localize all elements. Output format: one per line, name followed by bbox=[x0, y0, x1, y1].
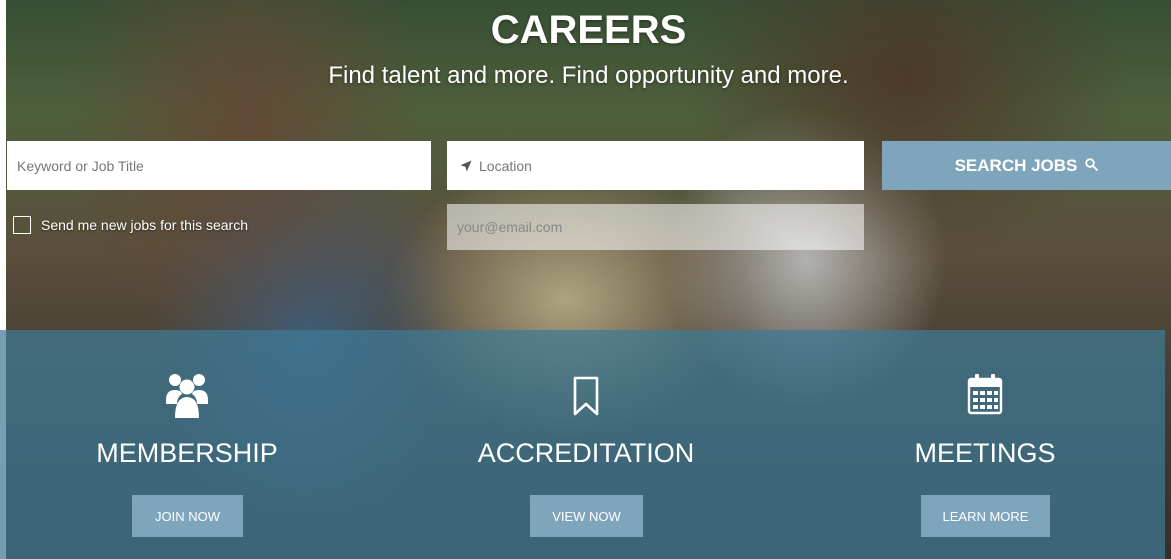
email-input[interactable] bbox=[447, 204, 864, 250]
search-jobs-label: SEARCH JOBS bbox=[954, 155, 1078, 175]
learn-more-button[interactable]: LEARN MORE bbox=[921, 495, 1050, 537]
join-now-button[interactable]: JOIN NOW bbox=[132, 495, 243, 537]
page-title: CAREERS bbox=[490, 8, 687, 52]
location-input[interactable] bbox=[473, 141, 864, 190]
bookmark-icon bbox=[436, 370, 736, 422]
feature-title-accreditation: ACCREDITATION bbox=[477, 438, 695, 468]
users-icon bbox=[37, 370, 337, 422]
features-band: MEMBERSHIP JOIN NOW ACCREDITATION VIEW N… bbox=[0, 330, 1165, 559]
search-jobs-button[interactable]: SEARCH JOBS bbox=[882, 141, 1171, 190]
feature-title-membership: MEMBERSHIP bbox=[96, 438, 278, 468]
view-now-button[interactable]: VIEW NOW bbox=[530, 495, 643, 537]
location-arrow-icon bbox=[459, 160, 473, 172]
job-alert-label: Send me new jobs for this search bbox=[41, 217, 248, 233]
keyword-input[interactable] bbox=[7, 141, 431, 190]
job-alert-checkbox[interactable] bbox=[13, 216, 31, 234]
search-icon bbox=[1085, 156, 1099, 176]
feature-title-meetings: MEETINGS bbox=[914, 438, 1056, 468]
page-subtitle: Find talent and more. Find opportunity a… bbox=[328, 62, 849, 89]
calendar-icon bbox=[835, 370, 1135, 422]
job-alert-row: Send me new jobs for this search bbox=[13, 216, 248, 234]
location-field[interactable] bbox=[447, 141, 864, 190]
